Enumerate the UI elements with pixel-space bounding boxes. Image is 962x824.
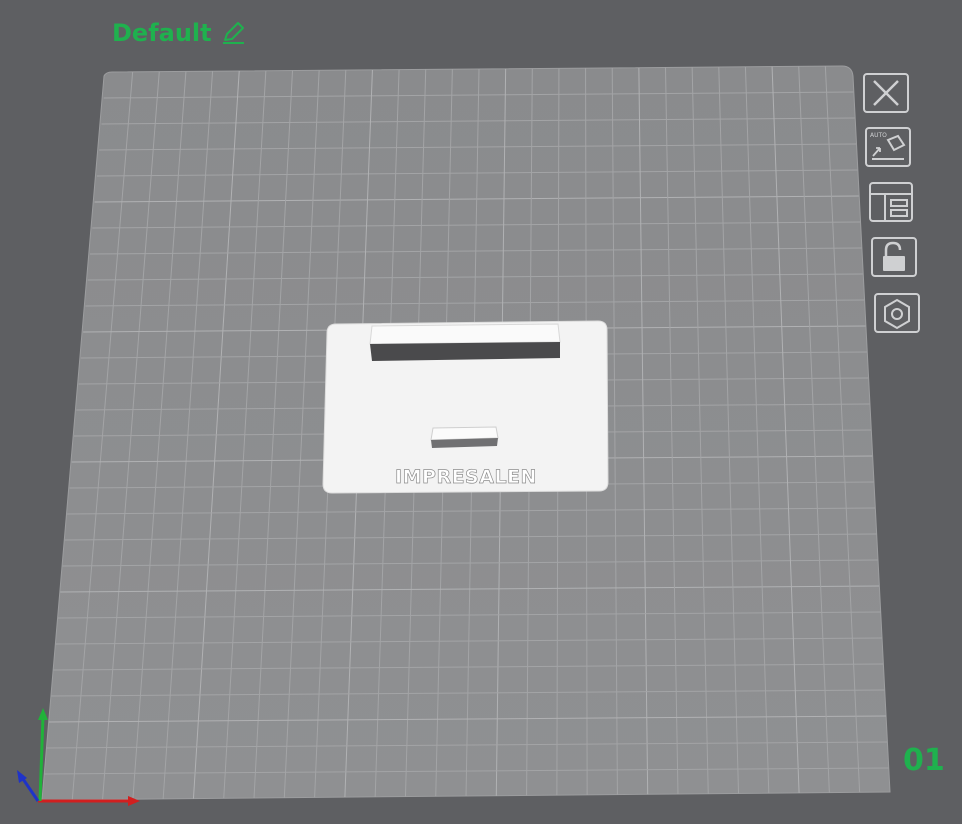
auto-orient-button[interactable]: AUTO bbox=[864, 126, 912, 170]
close-icon bbox=[863, 73, 909, 113]
model-object[interactable]: IMPRESALEN bbox=[322, 320, 609, 494]
3d-viewport[interactable]: IMPRESALEN Default AUTO 01 bbox=[0, 0, 962, 824]
arrange-button[interactable] bbox=[867, 181, 915, 225]
plate-settings-button[interactable] bbox=[873, 292, 921, 336]
model-top-bar-face bbox=[370, 342, 560, 361]
svg-text:AUTO: AUTO bbox=[870, 132, 887, 139]
plate-settings-hex-icon bbox=[874, 293, 920, 333]
model-tab-top bbox=[430, 426, 499, 441]
model-embossed-text: IMPRESALEN bbox=[395, 466, 537, 488]
unlock-icon bbox=[871, 237, 917, 277]
lock-plate-button[interactable] bbox=[870, 236, 918, 280]
model-top-bar-top bbox=[369, 323, 561, 345]
plate-name-label[interactable]: Default bbox=[112, 18, 246, 48]
close-plate-button[interactable] bbox=[862, 72, 910, 116]
arrange-layout-icon bbox=[869, 182, 913, 222]
plate-name: Default bbox=[112, 19, 212, 47]
edit-pencil-icon[interactable] bbox=[220, 20, 246, 46]
auto-orient-icon: AUTO bbox=[865, 127, 911, 167]
build-plate-scene[interactable]: IMPRESALEN bbox=[0, 0, 962, 824]
plate-number: 01 bbox=[903, 743, 945, 778]
